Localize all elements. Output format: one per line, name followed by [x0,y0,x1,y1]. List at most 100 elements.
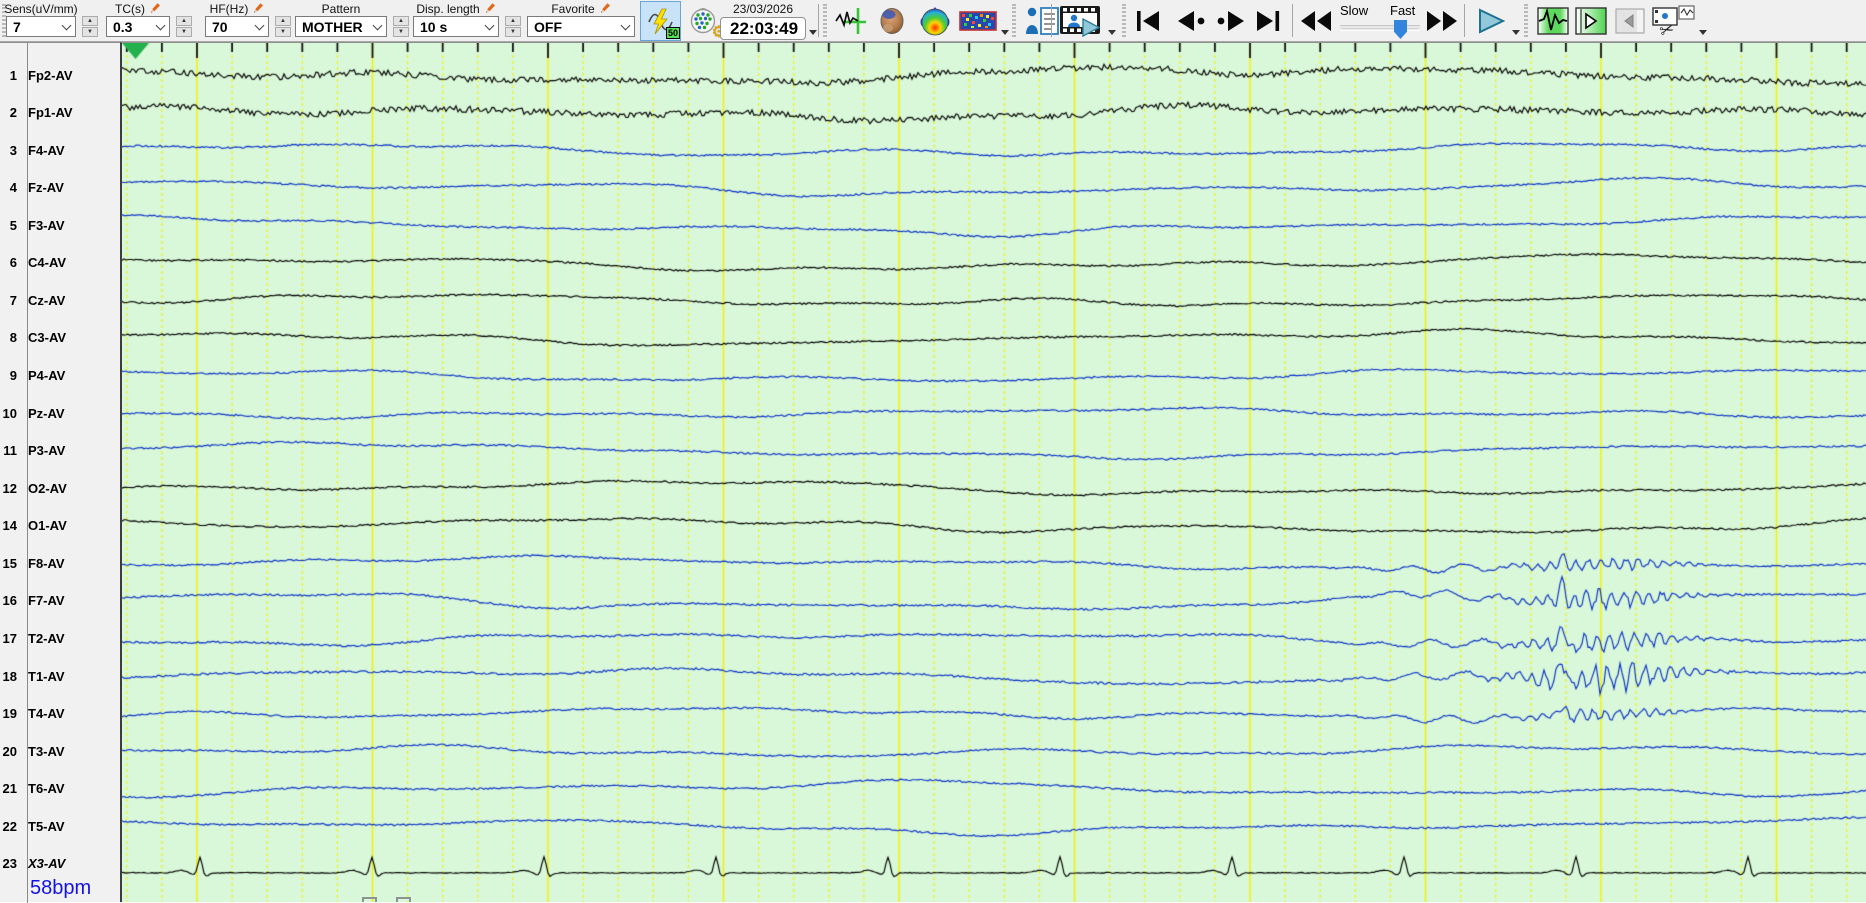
channel-row-f7-av[interactable]: 16 F7-AV [0,592,118,610]
electrode-settings-button[interactable]: ⚙ [683,1,726,41]
combo-value: 70 [212,18,228,35]
dsa-spectrogram-button[interactable] [956,1,1000,41]
channel-number: 18 [2,668,17,684]
channel-row-t1-av[interactable]: 18 T1-AV [0,667,118,685]
spinner-down-button[interactable]: ▼ [393,27,409,37]
channel-row-fp2-av[interactable]: 1 Fp2-AV [0,66,118,84]
channel-label: Fp1-AV [28,105,73,121]
spinner-down-button[interactable]: ▼ [176,27,192,37]
waveform-cross-icon [835,8,866,34]
spinner-down-button[interactable]: ▼ [275,27,291,37]
spinner-down-button[interactable]: ▼ [505,27,521,37]
channel-row-c4-av[interactable]: 6 C4-AV [0,254,118,272]
edit-pencil-icon[interactable] [148,2,161,15]
eeg-trace-canvas[interactable] [122,43,1866,902]
spinner-up-button[interactable]: ▲ [82,16,98,26]
channel-row-x3-av[interactable]: 23 X3-AV [0,855,118,873]
channel-row-c3-av[interactable]: 8 C3-AV [0,329,118,347]
spinner-up-button[interactable]: ▲ [176,16,192,26]
disp-length-combobox[interactable]: 10 s [413,16,499,37]
video-playback-button[interactable] [1056,1,1106,41]
combo-value: 0.3 [113,18,133,35]
speed-slider-track[interactable] [1340,25,1420,31]
channel-row-p3-av[interactable]: 11 P3-AV [0,442,118,460]
spinner-up-button[interactable]: ▲ [393,16,409,26]
channel-row-p4-av[interactable]: 9 P4-AV [0,367,118,385]
channel-row-pz-av[interactable]: 10 Pz-AV [0,404,118,422]
next-page-button[interactable] [1212,1,1252,41]
combo-label: Pattern [321,1,361,16]
combo-group-favorite: Favorite OFF [527,1,635,37]
dsa-dropdown-arrow[interactable] [1001,30,1009,35]
channel-row-fz-av[interactable]: 4 Fz-AV [0,179,118,197]
channel-label: T2-AV [28,630,65,646]
toolbar-gripper[interactable] [1524,4,1528,37]
channel-row-o2-av[interactable]: 12 O2-AV [0,479,118,497]
notch-filter-50hz-button[interactable]: 50 [640,1,681,41]
rewind-button[interactable] [1298,1,1334,41]
last-page-button[interactable] [1250,1,1284,41]
topo-map-button[interactable] [914,1,956,41]
channel-number: 6 [9,255,17,271]
channel-number: 19 [2,706,17,722]
channel-number: 3 [9,142,17,158]
clip-dropdown-arrow[interactable] [1699,30,1707,35]
event-marker-button[interactable] [832,1,870,41]
datetime-display[interactable]: 23/03/2026 22:03:49 [720,1,806,40]
video-clip-cut-button[interactable]: ✂ [1650,1,1698,41]
rewind-icon [1301,11,1331,31]
eeg-plot-area[interactable] [120,42,1866,902]
channel-number: 5 [9,217,17,233]
sens-uv-mm--combobox[interactable]: 7 [6,16,76,37]
toolbar-gripper[interactable] [1012,4,1016,37]
spinner-up-button[interactable]: ▲ [505,16,521,26]
channel-row-t2-av[interactable]: 17 T2-AV [0,629,118,647]
fast-forward-icon [1427,11,1457,31]
channel-row-t3-av[interactable]: 20 T3-AV [0,742,118,760]
play-button[interactable] [1472,1,1510,41]
edit-pencil-icon[interactable] [483,2,496,15]
play-dropdown-arrow[interactable] [1512,30,1520,35]
channel-row-t4-av[interactable]: 19 T4-AV [0,705,118,723]
channel-row-f8-av[interactable]: 15 F8-AV [0,554,118,572]
channel-label: Fz-AV [28,180,64,196]
pattern-combobox[interactable]: MOTHER [295,16,387,37]
edit-pencil-icon[interactable] [251,2,264,15]
play-reverse-review-button[interactable] [1612,1,1648,41]
channel-row-f3-av[interactable]: 5 F3-AV [0,216,118,234]
previous-page-button[interactable] [1170,1,1210,41]
channel-row-t6-av[interactable]: 21 T6-AV [0,780,118,798]
toolbar-gripper[interactable] [1122,4,1126,37]
favorite-combobox[interactable]: OFF [527,16,635,37]
spinner-down-button[interactable]: ▼ [82,27,98,37]
event-marker-box[interactable] [362,897,377,902]
combo-label: HF(Hz) [209,1,249,16]
play-icon [1479,8,1506,34]
topo-map-icon [920,7,950,36]
play-forward-review-button[interactable] [1572,1,1610,41]
channel-number: 8 [9,330,17,346]
hf-hz--combobox[interactable]: 70 [205,16,269,37]
combo-label: Disp. length [416,1,480,16]
speed-slider-handle[interactable] [1394,20,1407,39]
toolbar-gripper[interactable] [823,4,827,37]
channel-label: T4-AV [28,706,65,722]
fast-forward-button[interactable] [1424,1,1460,41]
review-mode-button[interactable] [1534,1,1572,41]
channel-row-cz-av[interactable]: 7 Cz-AV [0,291,118,309]
channel-row-fp1-av[interactable]: 2 Fp1-AV [0,104,118,122]
edit-pencil-icon[interactable] [598,2,611,15]
spinner-up-button[interactable]: ▲ [275,16,291,26]
channel-row-t5-av[interactable]: 22 T5-AV [0,817,118,835]
video-dropdown-arrow[interactable] [1108,30,1116,35]
channel-label: C4-AV [28,255,67,271]
channel-row-f4-av[interactable]: 3 F4-AV [0,141,118,159]
head-3d-map-button[interactable] [872,1,912,41]
event-marker-box[interactable] [396,897,411,902]
channel-row-o1-av[interactable]: 14 O1-AV [0,517,118,535]
tc-s--combobox[interactable]: 0.3 [106,16,170,37]
first-page-button[interactable] [1132,1,1166,41]
slider-slow-label: Slow [1340,3,1369,18]
datetime-dropdown-arrow[interactable] [809,30,817,35]
channel-number: 11 [3,443,17,459]
